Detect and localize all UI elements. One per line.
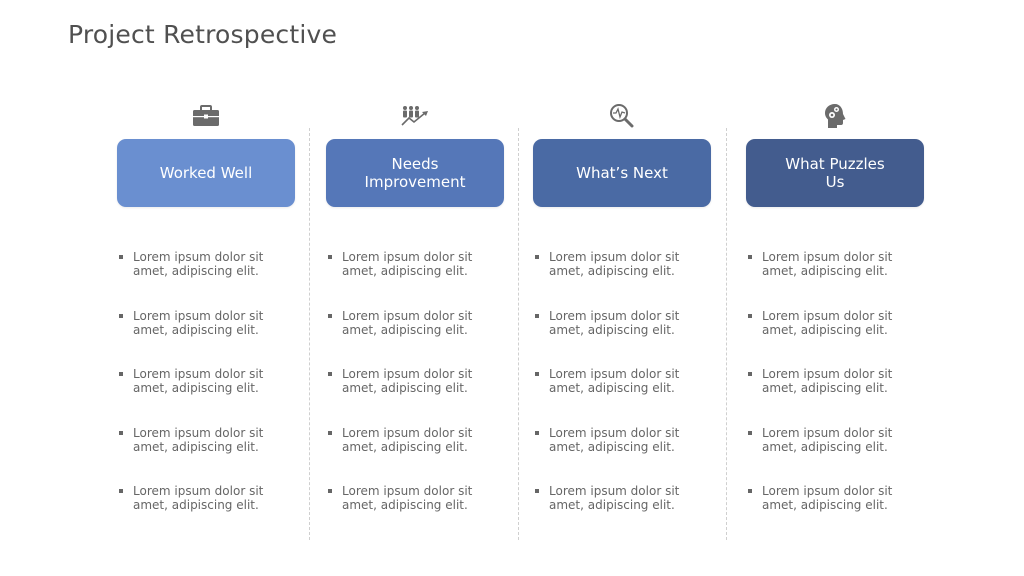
head-gears-icon [746, 100, 924, 132]
item-list: Lorem ipsum dolor sit amet, adipiscing e… [533, 250, 711, 543]
column-needs-improvement: Needs Improvement Lorem ipsum dolor sit … [326, 100, 504, 512]
column-whats-next: What’s Next Lorem ipsum dolor sit amet, … [533, 100, 711, 512]
column-divider [518, 128, 519, 540]
list-item: Lorem ipsum dolor sit amet, adipiscing e… [533, 484, 711, 543]
list-item: Lorem ipsum dolor sit amet, adipiscing e… [117, 484, 295, 543]
list-item: Lorem ipsum dolor sit amet, adipiscing e… [326, 309, 504, 368]
list-item: Lorem ipsum dolor sit amet, adipiscing e… [326, 367, 504, 426]
page-title: Project Retrospective [68, 20, 338, 49]
briefcase-icon [117, 100, 295, 132]
item-list: Lorem ipsum dolor sit amet, adipiscing e… [117, 250, 295, 543]
column-heading: Worked Well [117, 139, 295, 207]
column-worked-well: Worked Well Lorem ipsum dolor sit amet, … [117, 100, 295, 512]
column-heading: Needs Improvement [326, 139, 504, 207]
list-item: Lorem ipsum dolor sit amet, adipiscing e… [326, 250, 504, 309]
column-what-puzzles-us: What Puzzles Us Lorem ipsum dolor sit am… [746, 100, 924, 512]
list-item: Lorem ipsum dolor sit amet, adipiscing e… [117, 250, 295, 309]
column-divider [309, 128, 310, 540]
list-item: Lorem ipsum dolor sit amet, adipiscing e… [746, 484, 924, 543]
list-item: Lorem ipsum dolor sit amet, adipiscing e… [533, 367, 711, 426]
list-item: Lorem ipsum dolor sit amet, adipiscing e… [533, 250, 711, 309]
list-item: Lorem ipsum dolor sit amet, adipiscing e… [326, 484, 504, 543]
list-item: Lorem ipsum dolor sit amet, adipiscing e… [117, 309, 295, 368]
list-item: Lorem ipsum dolor sit amet, adipiscing e… [533, 426, 711, 485]
column-heading: What’s Next [533, 139, 711, 207]
heading-text: Needs Improvement [364, 155, 466, 191]
team-growth-icon [326, 100, 504, 132]
list-item: Lorem ipsum dolor sit amet, adipiscing e… [326, 426, 504, 485]
heading-text: Worked Well [159, 164, 253, 182]
column-heading: What Puzzles Us [746, 139, 924, 207]
list-item: Lorem ipsum dolor sit amet, adipiscing e… [117, 426, 295, 485]
item-list: Lorem ipsum dolor sit amet, adipiscing e… [326, 250, 504, 543]
magnifier-pulse-icon [533, 100, 711, 132]
column-divider [726, 128, 727, 540]
list-item: Lorem ipsum dolor sit amet, adipiscing e… [746, 250, 924, 309]
list-item: Lorem ipsum dolor sit amet, adipiscing e… [746, 309, 924, 368]
list-item: Lorem ipsum dolor sit amet, adipiscing e… [533, 309, 711, 368]
list-item: Lorem ipsum dolor sit amet, adipiscing e… [746, 367, 924, 426]
list-item: Lorem ipsum dolor sit amet, adipiscing e… [746, 426, 924, 485]
heading-text: What Puzzles Us [785, 155, 885, 191]
item-list: Lorem ipsum dolor sit amet, adipiscing e… [746, 250, 924, 543]
heading-text: What’s Next [576, 164, 668, 182]
list-item: Lorem ipsum dolor sit amet, adipiscing e… [117, 367, 295, 426]
